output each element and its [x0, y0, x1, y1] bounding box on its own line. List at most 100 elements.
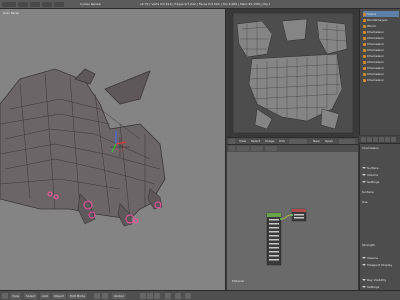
use-field[interactable]: Use [362, 200, 368, 205]
orientation-selector[interactable]: Global [112, 293, 126, 299]
outliner-item-label: RenderLayers [367, 18, 388, 22]
shading-icon[interactable] [94, 293, 100, 299]
proportional-edit-icon[interactable] [165, 293, 171, 299]
scene-icon [363, 12, 366, 16]
field-label: Surface [362, 190, 374, 194]
object-tab-icon[interactable] [373, 137, 378, 142]
mesh-icon [363, 36, 366, 40]
info-bar: Cycles Render v2.79 | Verts 0/3,514 | Ed… [0, 0, 400, 9]
pivot-icon[interactable] [102, 293, 108, 299]
file-menu[interactable] [18, 2, 28, 7]
edge-select-icon[interactable] [147, 293, 153, 299]
outliner-item-label: Chameleon [367, 48, 385, 52]
mesh-icon [363, 30, 366, 34]
field-label: Strength [362, 243, 375, 247]
uv-uvs-menu[interactable]: UVs [277, 139, 287, 144]
scene-stats: v2.79 | Verts 0/3,514 | Edges 0/7,022 | … [140, 2, 271, 6]
strength-field[interactable]: Strength [362, 243, 375, 248]
surface-field[interactable]: Surface [362, 190, 373, 195]
collapse-icon [362, 181, 366, 183]
view-menu[interactable]: View [10, 293, 22, 299]
uv-editor[interactable] [227, 9, 358, 137]
render-menu[interactable] [30, 2, 40, 7]
outliner-item-label: Chameleon [367, 36, 385, 40]
outliner-item-label: Chameleon [367, 78, 385, 82]
editor-type-icon[interactable] [229, 139, 235, 144]
collapse-icon [362, 174, 366, 176]
image-browse-button[interactable] [289, 139, 307, 144]
collapse-icon [362, 257, 366, 259]
mesh-icon [363, 72, 366, 76]
material-tab-icon[interactable] [385, 137, 390, 142]
bsdf-node[interactable] [266, 212, 282, 266]
outliner-item-label: Chameleon [367, 66, 385, 70]
open-image-button[interactable]: Open [323, 139, 335, 144]
modifier-tab-icon[interactable] [379, 137, 384, 142]
panel-label: Volume [367, 256, 379, 260]
uv-editor-header: View Select Image UVs New Open [227, 137, 358, 145]
material-slot[interactable]: Chameleon [362, 146, 379, 151]
outliner-item-label: Chameleon [367, 72, 385, 76]
window-menu[interactable] [42, 2, 52, 7]
panel-label: Settings [367, 285, 380, 289]
uv-canvas [232, 12, 354, 134]
editor-type-menu[interactable] [2, 2, 16, 7]
uv-view-menu[interactable]: View [237, 139, 248, 144]
face-select-icon[interactable] [154, 293, 160, 299]
viewport-header: View Select Add Object Edit Mode Global [0, 290, 400, 300]
3d-viewport[interactable]: User Persp [0, 9, 226, 290]
vertex-select-icon[interactable] [140, 293, 146, 299]
field-label: Use [362, 200, 368, 204]
world-icon [363, 24, 366, 28]
node-editor-label: Material [232, 279, 245, 283]
mesh-icon [363, 66, 366, 70]
outliner-item-label: Chameleon [367, 42, 385, 46]
new-image-button[interactable]: New [311, 139, 322, 144]
mesh-icon [363, 48, 366, 52]
material-output-node[interactable] [291, 208, 307, 222]
uv-select-menu[interactable]: Select [249, 139, 262, 144]
panel-label: Surface [367, 166, 379, 170]
panel-volume[interactable]: Volume [362, 173, 378, 178]
mode-selector[interactable]: Edit Mode [68, 293, 87, 299]
panel-settings[interactable]: Settings [362, 180, 379, 185]
texture-tab-icon[interactable] [391, 137, 396, 142]
panel-label: Viewport Display [367, 263, 393, 267]
outliner-item-label: World [367, 24, 376, 28]
render-tab-icon[interactable] [361, 137, 366, 142]
collapse-icon [362, 264, 366, 266]
node-editor[interactable] [227, 145, 358, 290]
mesh-icon [363, 78, 366, 82]
scene-tab-icon[interactable] [367, 137, 372, 142]
outliner-item-label: Scene [367, 12, 377, 16]
collapse-icon [362, 279, 366, 281]
mesh-icon [363, 42, 366, 46]
collapse-icon [362, 286, 366, 288]
panel-ray-visibility[interactable]: Ray Visibility [362, 278, 386, 283]
collapse-icon [362, 167, 366, 169]
help-menu[interactable] [54, 2, 64, 7]
material-slot-label: Chameleon [362, 146, 380, 150]
add-menu[interactable]: Add [40, 293, 50, 299]
outliner-item-label: Chameleon [367, 60, 385, 64]
select-menu[interactable]: Select [24, 293, 38, 299]
mesh-icon [363, 54, 366, 58]
panel-label: Ray Visibility [367, 278, 387, 282]
snap-icon[interactable] [175, 293, 181, 299]
panel-volume-2[interactable]: Volume [362, 256, 378, 261]
panel-label: Volume [367, 173, 379, 177]
mesh-render [0, 9, 225, 290]
outliner-item-label: Chameleon [367, 54, 385, 58]
editor-type-icon[interactable] [2, 293, 8, 299]
pivot-selector[interactable] [339, 139, 355, 144]
panel-surface[interactable]: Surface [362, 166, 378, 171]
uv-image-menu[interactable]: Image [263, 139, 276, 144]
outliner-item-label: Chameleon [367, 30, 385, 34]
render-preview-icon[interactable] [185, 293, 191, 299]
panel-viewport-display[interactable]: Viewport Display [362, 263, 392, 268]
properties-tabs [359, 136, 400, 144]
outliner-item[interactable]: Chameleon [363, 77, 384, 83]
render-engine-label[interactable]: Cycles Render [80, 2, 101, 7]
outliner: Scene RenderLayers World Chameleon Chame… [359, 9, 400, 135]
object-menu[interactable]: Object [52, 293, 66, 299]
